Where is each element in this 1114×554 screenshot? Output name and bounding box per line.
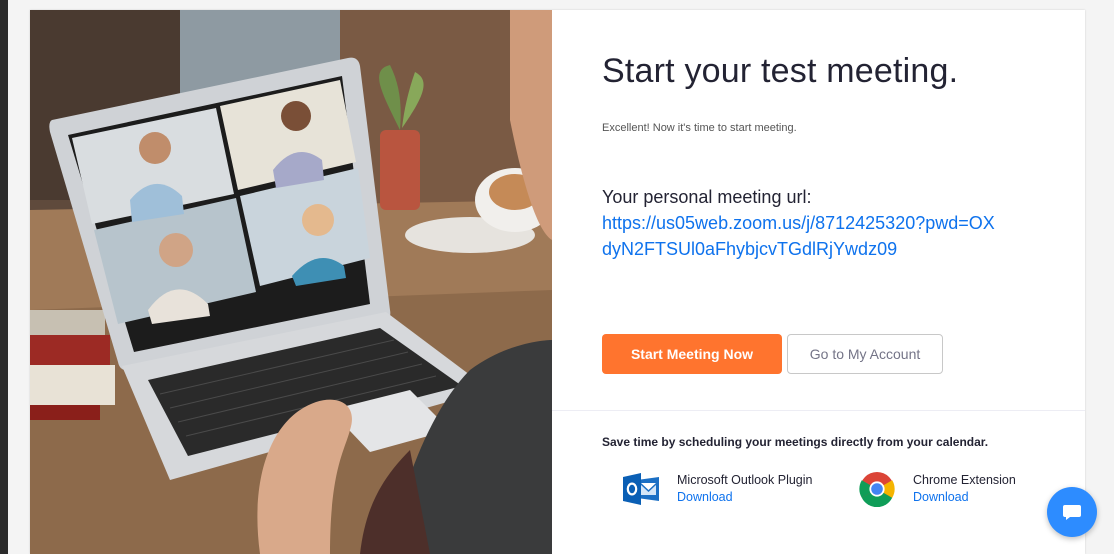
laptop-video-call-illustration	[30, 10, 552, 554]
page-background: Start your test meeting. Excellent! Now …	[8, 0, 1114, 554]
test-meeting-card: Start your test meeting. Excellent! Now …	[30, 10, 1085, 554]
outlook-download-link[interactable]: Download	[677, 490, 733, 504]
page-title: Start your test meeting.	[602, 52, 959, 90]
chrome-extension-name: Chrome Extension	[913, 473, 1016, 487]
meeting-url-link[interactable]: https://us05web.zoom.us/j/8712425320?pwd…	[602, 210, 1002, 262]
chat-icon	[1063, 505, 1081, 520]
chrome-icon	[859, 471, 895, 512]
start-meeting-button[interactable]: Start Meeting Now	[602, 334, 782, 374]
outlook-icon	[623, 471, 661, 512]
go-to-account-button[interactable]: Go to My Account	[787, 334, 943, 374]
calendar-promo-text: Save time by scheduling your meetings di…	[602, 435, 989, 449]
meeting-url-label: Your personal meeting url:	[602, 187, 812, 207]
chrome-download-link[interactable]: Download	[913, 490, 969, 504]
section-divider	[552, 410, 1085, 411]
page-subtitle: Excellent! Now it's time to start meetin…	[602, 122, 797, 134]
outlook-plugin-name: Microsoft Outlook Plugin	[677, 473, 813, 487]
meeting-content: Start your test meeting. Excellent! Now …	[552, 10, 1085, 554]
chat-button[interactable]	[1047, 487, 1097, 537]
hero-image	[30, 10, 552, 554]
